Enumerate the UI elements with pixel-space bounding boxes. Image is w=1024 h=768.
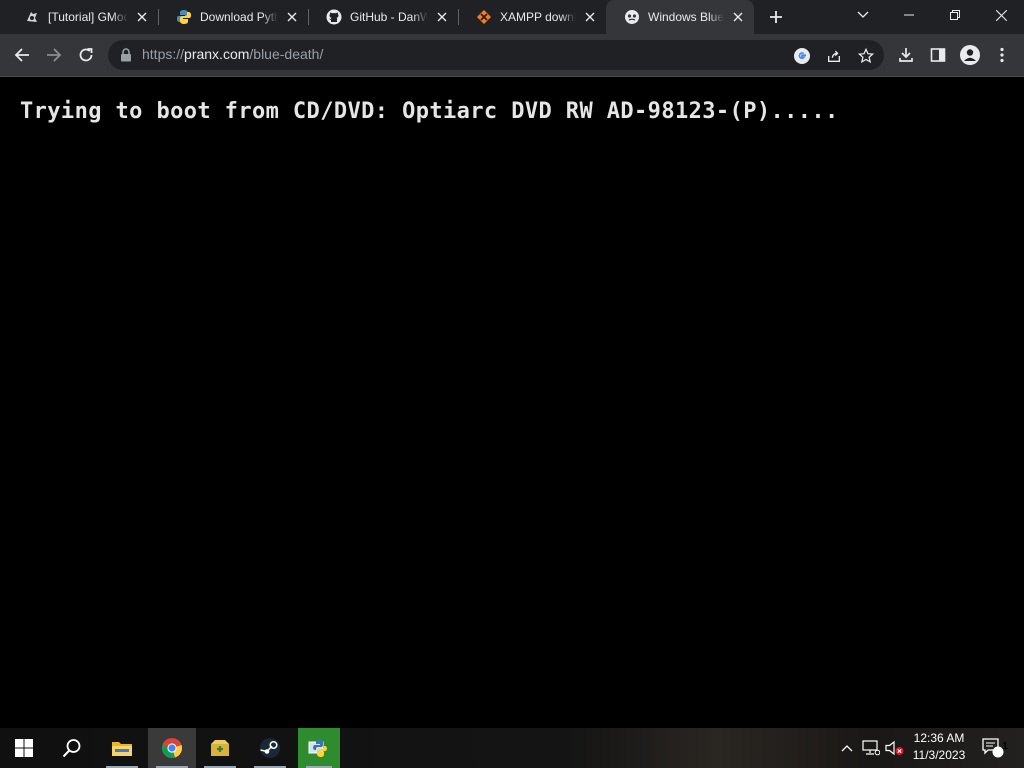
avatar-icon bbox=[960, 45, 980, 65]
lock-icon[interactable] bbox=[120, 48, 134, 62]
side-panel-icon bbox=[930, 48, 946, 62]
archive-icon bbox=[211, 740, 229, 756]
tab-title: XAMPP downlo bbox=[500, 10, 576, 24]
minimize-icon bbox=[904, 14, 914, 16]
archive-button[interactable] bbox=[196, 728, 244, 768]
menu-button[interactable] bbox=[988, 41, 1016, 69]
close-icon[interactable] bbox=[582, 9, 598, 25]
clock-time: 12:36 AM bbox=[913, 731, 965, 745]
file-explorer-icon bbox=[112, 742, 132, 756]
start-icon bbox=[15, 739, 33, 757]
reload-icon bbox=[79, 48, 93, 62]
kebab-menu-icon bbox=[1000, 47, 1004, 63]
page-viewport: Trying to boot from CD/DVD: Optiarc DVD … bbox=[0, 77, 1024, 728]
google-lens-icon[interactable] bbox=[792, 46, 812, 66]
arrow-right-icon bbox=[47, 48, 62, 62]
chevron-up-icon bbox=[841, 745, 853, 752]
notification-count: 1 bbox=[1002, 741, 1008, 752]
minimize-button[interactable] bbox=[886, 0, 932, 30]
search-icon bbox=[62, 739, 81, 758]
tab-xampp[interactable]: XAMPP downlo bbox=[458, 0, 606, 34]
restore-icon bbox=[950, 10, 960, 20]
taskbar: 12:36 AM 11/3/2023 1 bbox=[0, 728, 1024, 768]
new-tab-button[interactable] bbox=[764, 6, 788, 28]
pranx-icon bbox=[624, 9, 640, 25]
chrome-button[interactable] bbox=[148, 728, 196, 768]
python-launcher-button[interactable] bbox=[298, 728, 340, 768]
tab-gmod[interactable]: [Tutorial] GMod bbox=[6, 0, 158, 34]
network-icon bbox=[862, 740, 880, 756]
taskbar-clock[interactable]: 12:36 AM 11/3/2023 bbox=[906, 730, 972, 766]
downloads-button[interactable] bbox=[892, 41, 920, 69]
close-icon[interactable] bbox=[134, 9, 150, 25]
back-button[interactable] bbox=[8, 41, 36, 69]
arrow-left-icon bbox=[14, 48, 29, 62]
side-panel-button[interactable] bbox=[924, 41, 952, 69]
close-icon[interactable] bbox=[284, 9, 300, 25]
close-window-button[interactable] bbox=[978, 0, 1024, 30]
plus-icon bbox=[770, 11, 782, 23]
tab-strip: [Tutorial] GMod Download Pyth GitHub - D… bbox=[0, 0, 1024, 34]
search-button[interactable] bbox=[48, 728, 96, 768]
gmod-icon bbox=[24, 9, 40, 25]
share-icon[interactable] bbox=[824, 46, 844, 66]
browser-toolbar: https://pranx.com/blue-death/ bbox=[0, 34, 1024, 77]
python-icon bbox=[176, 9, 192, 25]
tab-title: Download Pyth bbox=[200, 10, 278, 24]
tab-github[interactable]: GitHub - DanW bbox=[308, 0, 458, 34]
clock-date: 11/3/2023 bbox=[912, 748, 966, 762]
chrome-icon bbox=[161, 738, 183, 758]
tab-windows-blue[interactable]: Windows Blue bbox=[606, 0, 754, 34]
tab-title: [Tutorial] GMod bbox=[48, 10, 128, 24]
boot-message: Trying to boot from CD/DVD: Optiarc DVD … bbox=[20, 99, 839, 124]
forward-button[interactable] bbox=[40, 41, 68, 69]
bookmark-star-icon[interactable] bbox=[856, 46, 876, 66]
tab-python[interactable]: Download Pyth bbox=[158, 0, 308, 34]
tab-title: GitHub - DanW bbox=[350, 10, 428, 24]
notification-center-button[interactable]: 1 bbox=[978, 728, 1008, 768]
close-icon[interactable] bbox=[730, 9, 746, 25]
volume-muted-icon bbox=[885, 740, 904, 756]
reload-button[interactable] bbox=[72, 41, 100, 69]
network-button[interactable] bbox=[860, 728, 882, 768]
show-hidden-icons-button[interactable] bbox=[836, 728, 858, 768]
tab-title: Windows Blue bbox=[648, 10, 724, 24]
start-button[interactable] bbox=[0, 728, 48, 768]
restore-button[interactable] bbox=[932, 0, 978, 30]
github-icon bbox=[326, 9, 342, 25]
close-icon[interactable] bbox=[434, 9, 450, 25]
xampp-icon bbox=[476, 9, 492, 25]
url-text[interactable]: https://pranx.com/blue-death/ bbox=[142, 46, 323, 62]
python-launcher-icon bbox=[308, 739, 327, 757]
steam-button[interactable] bbox=[246, 728, 294, 768]
volume-button[interactable] bbox=[884, 728, 906, 768]
file-explorer-button[interactable] bbox=[98, 728, 146, 768]
close-icon bbox=[995, 9, 1007, 21]
chevron-down-icon bbox=[857, 11, 869, 18]
address-bar[interactable]: https://pranx.com/blue-death/ bbox=[108, 40, 884, 70]
steam-icon bbox=[260, 738, 280, 758]
tab-search-button[interactable] bbox=[840, 0, 886, 30]
download-icon bbox=[899, 48, 913, 62]
profile-button[interactable] bbox=[956, 41, 984, 69]
